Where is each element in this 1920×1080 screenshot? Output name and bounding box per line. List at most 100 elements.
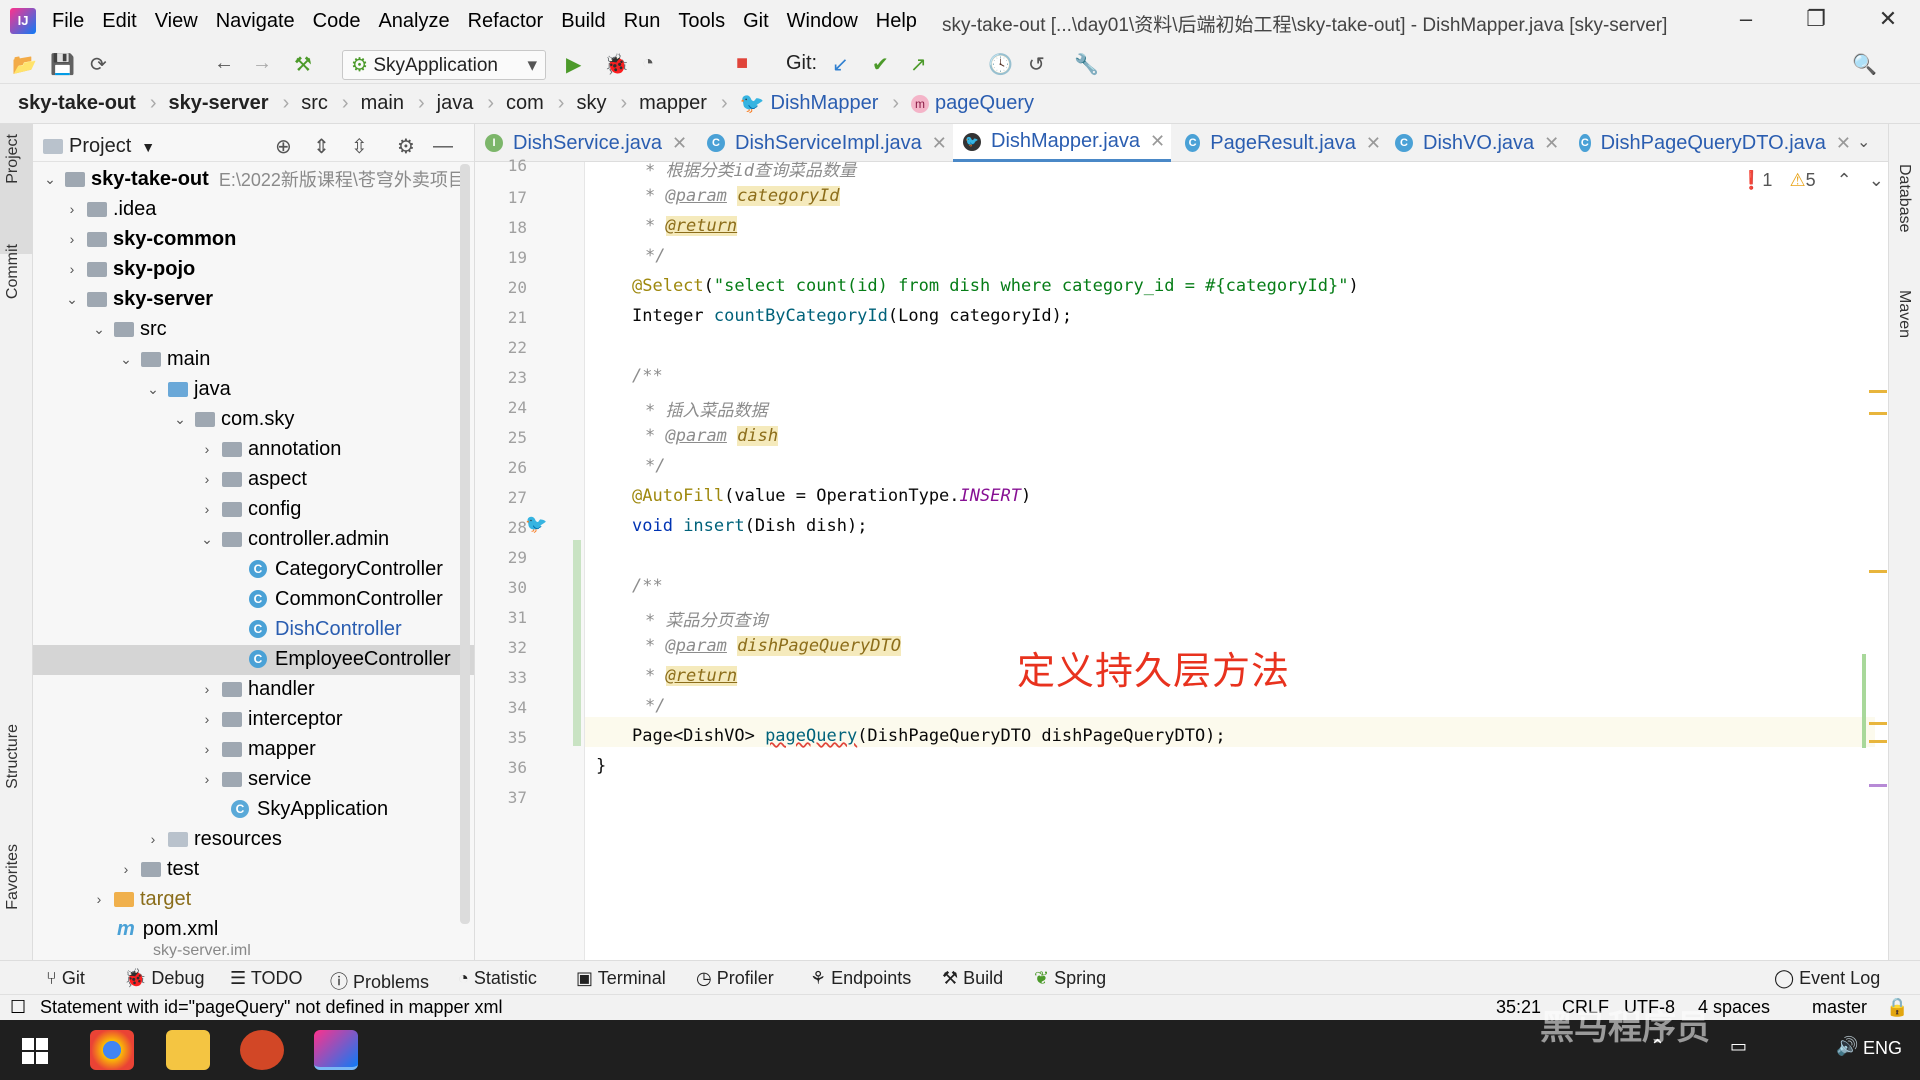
tab-dishpagequerydto[interactable]: C DishPageQueryDTO.java ✕ [1569, 124, 1851, 162]
tree-item[interactable]: › config [198, 494, 302, 524]
statistic-tool-button[interactable]: ◔ Statistic [458, 968, 537, 989]
tree-item[interactable]: › resources [144, 824, 282, 854]
close-icon[interactable]: ✕ [1150, 131, 1165, 152]
hide-panel-icon[interactable]: — [433, 135, 453, 158]
mapper-bird-gutter-icon[interactable]: 🐦 [525, 514, 547, 535]
breadcrumb-item[interactable]: java [437, 92, 474, 115]
breadcrumb-item[interactable]: mapper [639, 92, 707, 115]
commit-tool-tab[interactable]: Commit [4, 244, 22, 299]
debug-icon[interactable]: 🐞 [604, 52, 629, 77]
menu-navigate[interactable]: Navigate [216, 10, 295, 33]
tree-item[interactable]: › interceptor [198, 704, 343, 734]
tree-item[interactable]: › annotation [198, 434, 342, 464]
tree-item[interactable]: C SkyApplication [231, 794, 388, 824]
close-window-icon[interactable]: ✕ [1868, 6, 1908, 32]
git-commit-icon[interactable]: ✔ [872, 52, 889, 77]
project-tool-tab[interactable]: Project [4, 134, 22, 184]
settings-wrench-icon[interactable]: 🔧 [1074, 52, 1099, 77]
close-icon[interactable]: ✕ [932, 133, 947, 154]
menu-window[interactable]: Window [787, 10, 858, 33]
tray-network-icon[interactable]: ▭ [1730, 1036, 1747, 1057]
chrome-icon[interactable] [90, 1030, 134, 1070]
close-icon[interactable]: ✕ [1836, 133, 1851, 154]
breadcrumb-item[interactable]: com [506, 92, 544, 115]
git-tool-button[interactable]: ⑂ Git [46, 968, 85, 989]
tree-item[interactable]: › sky-pojo [63, 254, 196, 284]
problems-tool-button[interactable]: ⓘ Problems [330, 968, 429, 994]
tree-item[interactable]: C CategoryController [249, 554, 443, 584]
menu-tools[interactable]: Tools [678, 10, 725, 33]
tree-item[interactable]: C CommonController [249, 584, 443, 614]
chevron-down-icon[interactable]: ⌄ [1869, 170, 1884, 190]
menu-view[interactable]: View [155, 10, 198, 33]
intellij-taskbar-icon[interactable] [314, 1030, 358, 1070]
close-icon[interactable]: ✕ [1366, 133, 1381, 154]
breadcrumb-item[interactable]: sky-take-out [18, 92, 136, 115]
menu-refactor[interactable]: Refactor [468, 10, 544, 33]
status-toggle-icon[interactable]: ☐ [10, 997, 26, 1018]
todo-tool-button[interactable]: ☰ TODO [230, 968, 302, 989]
git-update-icon[interactable]: ↙ [832, 52, 849, 77]
spring-tool-button[interactable]: ❦ Spring [1034, 968, 1106, 989]
tree-item[interactable]: C DishController [249, 614, 402, 644]
run-icon[interactable]: ▶ [566, 52, 581, 77]
menu-run[interactable]: Run [624, 10, 661, 33]
breadcrumb-item[interactable]: pageQuery [935, 92, 1034, 115]
gear-icon[interactable]: ⚙ [397, 134, 415, 159]
breadcrumb-item[interactable]: sky [576, 92, 606, 115]
chevron-up-icon[interactable]: ⌃ [1837, 170, 1852, 190]
tree-item[interactable]: sky-server.iml [153, 944, 251, 958]
tree-item[interactable]: m pom.xml [117, 914, 218, 944]
back-icon[interactable]: ← [214, 52, 234, 75]
sync-icon[interactable]: ⟳ [90, 52, 107, 77]
build-hammer-icon[interactable]: ⚒ [294, 52, 312, 77]
lock-icon[interactable]: 🔒 [1886, 997, 1908, 1018]
chevron-down-icon[interactable]: ▼ [141, 139, 155, 155]
breadcrumb-item[interactable]: sky-server [168, 92, 268, 115]
restore-icon[interactable]: ❐ [1796, 6, 1836, 32]
coverage-icon[interactable]: ◔ [642, 52, 654, 75]
debug-tool-button[interactable]: 🐞 Debug [124, 968, 204, 989]
tab-dishmapper[interactable]: 🐦 DishMapper.java ✕ [953, 124, 1171, 162]
open-folder-icon[interactable]: 📂 [12, 52, 37, 77]
tree-item[interactable]: › target [90, 884, 192, 914]
breadcrumb-item[interactable]: src [301, 92, 328, 115]
tree-item[interactable]: › service [198, 764, 312, 794]
tree-item[interactable]: › .idea [63, 194, 157, 224]
project-scrollbar[interactable] [460, 164, 470, 924]
git-history-icon[interactable]: 🕓 [988, 52, 1013, 77]
terminal-tool-button[interactable]: ▣ Terminal [576, 968, 666, 989]
tree-item[interactable]: ⌄ src [90, 314, 167, 344]
menu-code[interactable]: Code [313, 10, 361, 33]
tree-item[interactable]: ⌄ sky-server [63, 284, 213, 314]
locate-icon[interactable]: ⊕ [275, 134, 292, 159]
tree-item[interactable]: › mapper [198, 734, 316, 764]
tabs-dropdown-icon[interactable]: ⌄ [1857, 132, 1870, 152]
git-branch[interactable]: master [1812, 997, 1867, 1018]
tab-dishvo[interactable]: C DishVO.java ✕ [1385, 124, 1563, 162]
inspection-widget[interactable]: ❗1 ⚠5 ⌃ ⌄ [1740, 170, 1884, 191]
maven-tool-tab[interactable]: Maven [1895, 290, 1913, 338]
status-message[interactable]: Statement with id="pageQuery" not define… [40, 997, 503, 1018]
structure-tool-tab[interactable]: Structure [4, 724, 22, 789]
input-language[interactable]: ENG [1863, 1038, 1902, 1059]
tree-item[interactable]: ⌄ main [117, 344, 210, 374]
save-icon[interactable]: 💾 [50, 52, 75, 77]
menu-edit[interactable]: Edit [102, 10, 136, 33]
database-tool-tab[interactable]: Database [1895, 164, 1913, 233]
breadcrumb-item[interactable]: main [361, 92, 404, 115]
forward-icon[interactable]: → [252, 52, 272, 75]
menu-git[interactable]: Git [743, 10, 769, 33]
git-push-icon[interactable]: ↗ [910, 52, 927, 77]
tree-item[interactable]: › handler [198, 674, 315, 704]
search-icon[interactable]: 🔍 [1852, 52, 1877, 77]
run-config-select[interactable]: ⚙ SkyApplication ▾ [342, 50, 546, 80]
favorites-tool-tab[interactable]: Favorites [4, 844, 22, 910]
close-icon[interactable]: ✕ [1544, 133, 1559, 154]
tree-item[interactable]: ⌄ com.sky [171, 404, 294, 434]
file-explorer-icon[interactable] [166, 1030, 210, 1070]
menu-build[interactable]: Build [561, 10, 605, 33]
tree-item[interactable]: ⌄ controller.admin [198, 524, 389, 554]
project-panel-title[interactable]: Project [69, 135, 131, 158]
tab-pageresult[interactable]: C PageResult.java ✕ [1175, 124, 1381, 162]
